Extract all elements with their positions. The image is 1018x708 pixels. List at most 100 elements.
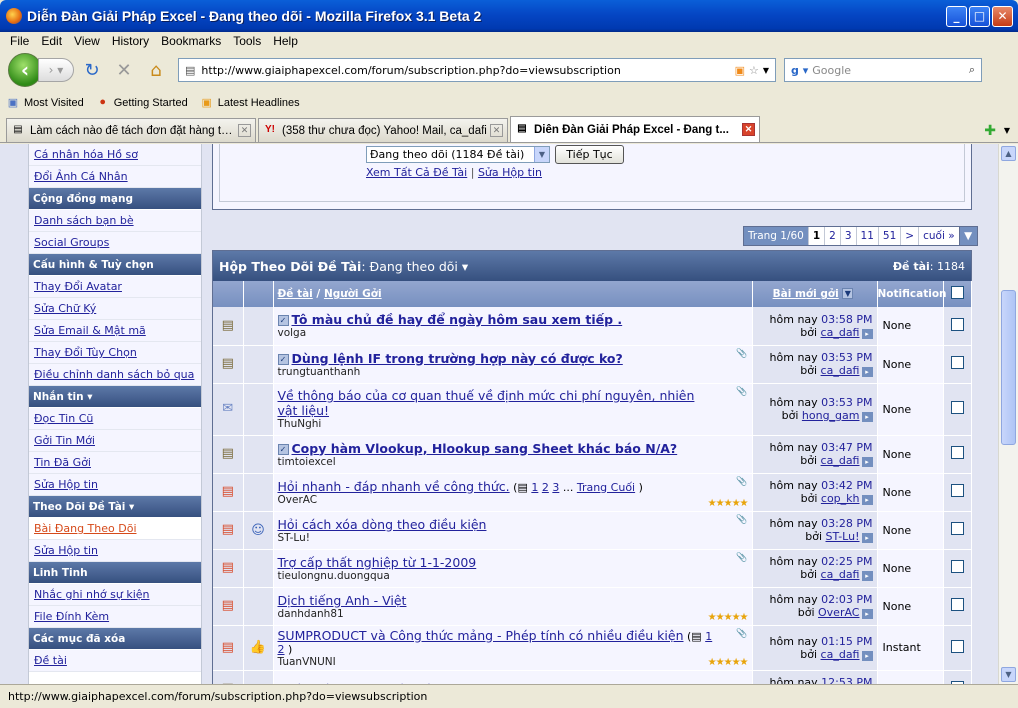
- go-to-last-post-icon[interactable]: ▸: [861, 412, 873, 422]
- last-poster-link[interactable]: ca_dafi: [821, 568, 860, 581]
- sidebar-item[interactable]: Tin Đã Gởi: [29, 452, 201, 474]
- thread-page-link[interactable]: 1: [531, 481, 538, 494]
- close-tab-icon[interactable]: ✕: [490, 124, 503, 137]
- menu-edit[interactable]: Edit: [35, 34, 68, 48]
- sidebar-item[interactable]: Nhắc ghi nhớ sự kiện: [29, 584, 201, 606]
- menu-file[interactable]: File: [4, 34, 35, 48]
- menu-help[interactable]: Help: [267, 34, 304, 48]
- last-poster-link[interactable]: OverAC: [818, 606, 859, 619]
- thread-checkbox[interactable]: [950, 484, 964, 497]
- scroll-down-icon[interactable]: ▼: [1001, 667, 1016, 682]
- sidebar-item[interactable]: Thay Đổi Avatar: [29, 276, 201, 298]
- bookmark-latest-headlines[interactable]: ▣ Latest Headlines: [200, 96, 300, 110]
- close-button[interactable]: ✕: [992, 5, 1013, 27]
- sidebar-item[interactable]: File Đính Kèm: [29, 606, 201, 628]
- last-poster-link[interactable]: ca_dafi: [821, 648, 860, 661]
- thread-checkbox[interactable]: [950, 560, 964, 573]
- last-poster-link[interactable]: ca_dafi: [821, 364, 860, 377]
- forward-button[interactable]: › ▾: [38, 58, 74, 82]
- close-tab-icon[interactable]: ✕: [238, 124, 251, 137]
- sort-lastpost-link[interactable]: Bài mới gởi: [773, 288, 839, 300]
- page-link[interactable]: 2: [824, 227, 840, 245]
- page-link[interactable]: >: [900, 227, 918, 245]
- thread-title-link[interactable]: Hỏi cách xóa dòng theo điều kiện: [278, 517, 487, 532]
- select-all-checkbox[interactable]: [950, 286, 964, 299]
- thread-title-link[interactable]: Tô màu chủ đề hay để ngày hôm sau xem ti…: [292, 312, 623, 327]
- thread-title-link[interactable]: Trợ cấp thất nghiệp từ 1-1-2009: [278, 555, 477, 570]
- thread-title-link[interactable]: SUMPRODUCT và Công thức mảng - Phép tính…: [278, 628, 684, 643]
- sort-thread-link[interactable]: Đề tài: [278, 288, 313, 300]
- scroll-thumb[interactable]: [1001, 290, 1016, 445]
- maximize-button[interactable]: □: [969, 5, 990, 27]
- bookmark-star-icon[interactable]: ☆: [749, 64, 759, 77]
- thread-title-link[interactable]: Dịch tiếng Anh - Việt: [278, 593, 407, 608]
- scroll-up-icon[interactable]: ▲: [1001, 146, 1016, 161]
- sidebar-item[interactable]: Gởi Tin Mới: [29, 430, 201, 452]
- folder-dropdown[interactable]: : Đang theo dõi ▾: [361, 259, 468, 274]
- menu-history[interactable]: History: [106, 34, 155, 48]
- back-button[interactable]: ‹: [8, 53, 42, 87]
- sort-starter-link[interactable]: Người Gởi: [324, 288, 382, 300]
- thread-page-link[interactable]: 2: [542, 481, 549, 494]
- page-link[interactable]: 3: [839, 227, 856, 245]
- go-to-last-post-icon[interactable]: ▸: [861, 571, 873, 581]
- sidebar-item[interactable]: Danh sách bạn bè: [29, 210, 201, 232]
- tab-3[interactable]: ▤ Diễn Đàn Giải Pháp Excel - Đang t... ✕: [510, 116, 760, 142]
- go-to-last-post-icon[interactable]: ▸: [861, 328, 873, 339]
- thread-page-link[interactable]: 2: [278, 643, 285, 656]
- folder-select[interactable]: Đang theo dõi (1184 Đề tài) ▼: [366, 146, 550, 163]
- google-icon[interactable]: g ▾: [791, 64, 808, 77]
- menu-tools[interactable]: Tools: [227, 34, 267, 48]
- url-bar[interactable]: ▤ http://www.giaiphapexcel.com/forum/sub…: [178, 58, 776, 82]
- search-box[interactable]: g ▾ Google ⌕: [784, 58, 982, 82]
- view-all-threads-link[interactable]: Xem Tất Cả Đề Tài: [366, 166, 467, 179]
- minimize-button[interactable]: _: [946, 5, 967, 27]
- page-link[interactable]: 11: [855, 227, 878, 245]
- search-input[interactable]: Google: [812, 64, 969, 77]
- sidebar-item[interactable]: Đề tài: [29, 650, 201, 672]
- sidebar-item[interactable]: Sửa Hộp tin: [29, 474, 201, 496]
- sidebar-item[interactable]: Sửa Hộp tin: [29, 540, 201, 562]
- thread-title-link[interactable]: Dùng lệnh IF trong trường hợp này có đượ…: [292, 351, 623, 366]
- tab-1[interactable]: ▤ Làm cách nào để tách đơn đặt hàng th..…: [6, 118, 256, 142]
- page-link[interactable]: cuối »: [918, 227, 959, 245]
- last-poster-link[interactable]: hong_gam: [802, 409, 860, 422]
- tab-list-icon[interactable]: ▼: [1004, 126, 1010, 135]
- menu-view[interactable]: View: [68, 34, 106, 48]
- thread-checkbox[interactable]: [950, 356, 964, 369]
- thread-title-link[interactable]: Hỏi nhanh - đáp nhanh về công thức.: [278, 479, 510, 494]
- new-tab-button[interactable]: ✚: [984, 123, 996, 139]
- last-poster-link[interactable]: ca_dafi: [821, 454, 860, 467]
- stop-icon[interactable]: ✕: [110, 56, 138, 84]
- thread-checkbox[interactable]: [950, 639, 964, 653]
- last-poster-link[interactable]: ca_dafi: [821, 326, 860, 339]
- last-poster-link[interactable]: cop_kh: [821, 492, 860, 505]
- thread-checkbox[interactable]: [950, 598, 964, 611]
- menu-bookmarks[interactable]: Bookmarks: [155, 34, 227, 48]
- thread-checkbox[interactable]: [950, 446, 964, 459]
- edit-folders-link[interactable]: Sửa Hộp tin: [478, 166, 542, 179]
- go-to-last-post-icon[interactable]: ▸: [861, 457, 873, 467]
- thread-title-link[interactable]: Copy hàm Vlookup, Hlookup sang Sheet khá…: [292, 441, 678, 456]
- sidebar-item[interactable]: Đổi Ảnh Cá Nhân: [29, 166, 201, 188]
- thread-page-link[interactable]: 3: [552, 481, 559, 494]
- last-poster-link[interactable]: ST-Lu!: [826, 530, 860, 543]
- go-to-last-post-icon[interactable]: ▸: [861, 495, 873, 505]
- close-tab-icon[interactable]: ✕: [742, 123, 755, 136]
- sidebar-item[interactable]: Sửa Email & Mật mã: [29, 320, 201, 342]
- url-dropdown-icon[interactable]: ▼: [763, 66, 769, 75]
- rss-icon[interactable]: ▣: [735, 64, 745, 77]
- page-link[interactable]: 1: [807, 227, 824, 245]
- home-icon[interactable]: ⌂: [142, 56, 170, 84]
- page-jump-icon[interactable]: ▼: [958, 227, 977, 245]
- thread-checkbox[interactable]: [950, 522, 964, 535]
- thread-checkbox[interactable]: [950, 317, 964, 331]
- tab-2[interactable]: Y! (358 thư chưa đọc) Yahoo! Mail, ca_da…: [258, 118, 508, 142]
- go-to-last-post-icon[interactable]: ▸: [861, 609, 873, 619]
- reload-icon[interactable]: ↻: [78, 56, 106, 84]
- go-to-last-post-icon[interactable]: ▸: [861, 650, 873, 661]
- thread-checkbox[interactable]: [950, 401, 964, 414]
- sidebar-item[interactable]: Social Groups: [29, 232, 201, 254]
- sidebar-item[interactable]: Sửa Chữ Ký: [29, 298, 201, 320]
- go-button[interactable]: Tiếp Tục: [555, 145, 624, 164]
